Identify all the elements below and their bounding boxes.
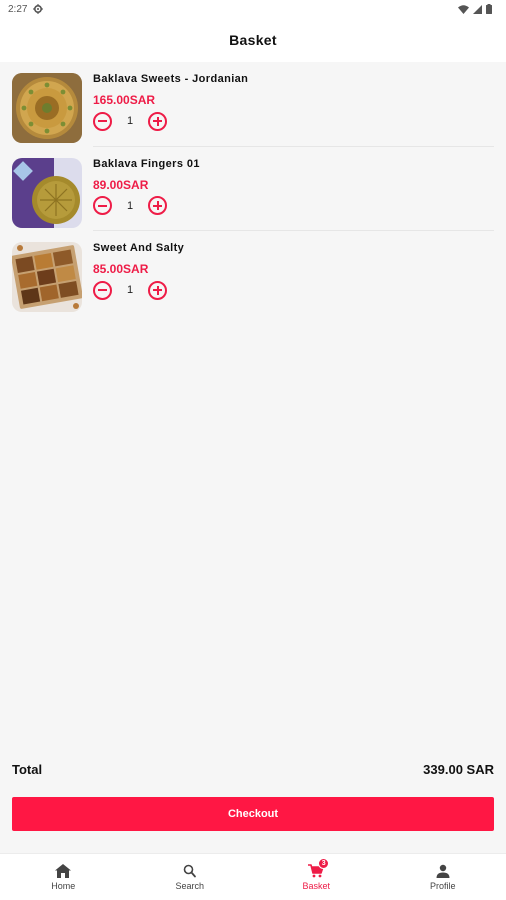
product-image [12, 157, 82, 228]
decrease-quantity-button[interactable] [93, 111, 112, 131]
total-label: Total [12, 762, 43, 777]
nav-profile-label: Profile [429, 880, 456, 891]
product-price: 165.00SAR [93, 93, 156, 107]
nav-basket[interactable]: 3 Basket [253, 854, 380, 900]
product-price: 85.00SAR [93, 262, 149, 276]
quantity-value: 1 [126, 115, 134, 127]
battery-icon [486, 4, 492, 14]
bottom-nav: Home Search 3 Basket Profile [0, 853, 506, 900]
increase-quantity-button[interactable] [148, 280, 167, 300]
signal-icon [473, 4, 482, 14]
increase-quantity-button[interactable] [148, 196, 167, 215]
product-image [12, 242, 82, 312]
app-header: Basket [0, 18, 506, 62]
quantity-value: 1 [126, 284, 134, 296]
nav-search[interactable]: Search [127, 854, 254, 900]
product-name: Baklava Fingers 01 [93, 157, 200, 170]
total-row: Total 339.00 SAR [12, 762, 494, 777]
quantity-value: 1 [126, 199, 134, 212]
nav-home[interactable]: Home [0, 854, 127, 900]
checkout-label: Checkout [227, 808, 279, 820]
basket-item: Baklava Fingers 01 89.00SAR 1 [0, 147, 506, 231]
product-image [12, 73, 82, 143]
quantity-stepper: 1 [93, 280, 167, 300]
nav-basket-label: Basket [302, 880, 330, 891]
total-value: 339.00 SAR [423, 762, 494, 777]
decrease-quantity-button[interactable] [93, 280, 112, 300]
nav-home-label: Home [51, 880, 76, 891]
product-price: 89.00SAR [93, 177, 149, 192]
basket-item: Baklava Sweets - Jordanian 165.00SAR 1 [0, 62, 506, 147]
basket-list: Baklava Sweets - Jordanian 165.00SAR 1 B… [0, 62, 506, 316]
gear-icon [33, 4, 44, 14]
home-icon [55, 863, 72, 878]
status-time: 2:27 [8, 3, 28, 15]
page-title: Basket [229, 32, 277, 48]
checkout-button[interactable]: Checkout [12, 797, 494, 831]
nav-search-label: Search [175, 880, 205, 891]
person-icon [436, 864, 450, 878]
cart-badge: 3 [318, 858, 330, 869]
wifi-icon [458, 4, 469, 14]
decrease-quantity-button[interactable] [93, 196, 112, 215]
basket-item: Sweet And Salty 85.00SAR 1 [0, 231, 506, 316]
quantity-stepper: 1 [93, 111, 167, 131]
status-bar: 2:27 [0, 0, 506, 18]
quantity-stepper: 1 [93, 196, 167, 216]
search-icon [183, 864, 196, 877]
increase-quantity-button[interactable] [148, 111, 167, 131]
product-name: Sweet And Salty [93, 242, 185, 254]
nav-profile[interactable]: Profile [380, 854, 506, 900]
product-name: Baklava Sweets - Jordanian [93, 73, 249, 85]
